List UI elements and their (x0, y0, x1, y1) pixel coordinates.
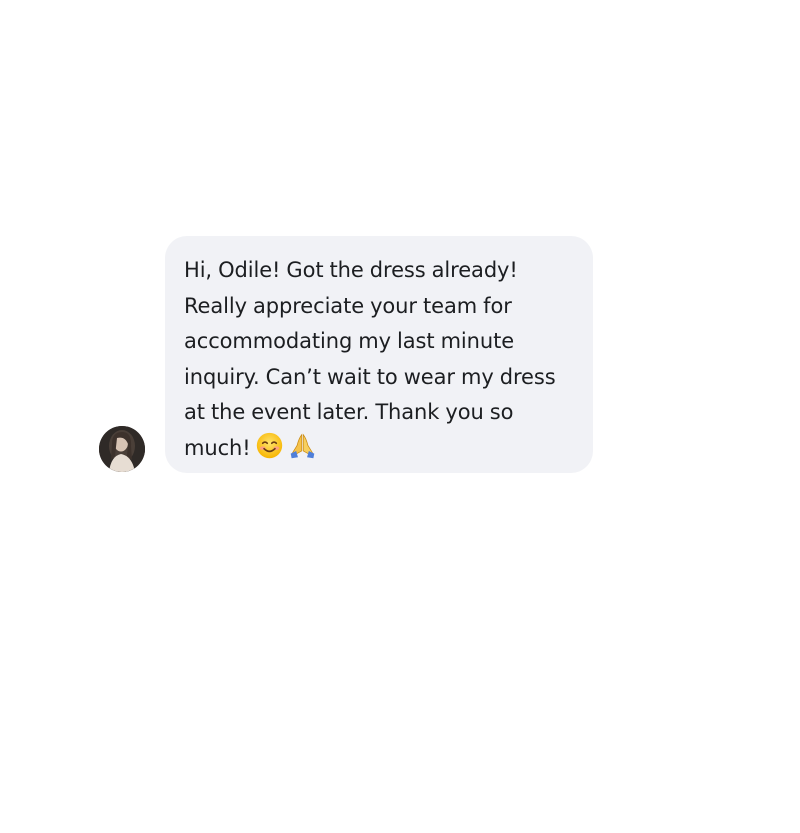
message-bubble[interactable]: Hi, Odile! Got the dress already! Really… (165, 236, 593, 473)
folded-hands-emoji-icon (288, 431, 317, 460)
smiling-face-emoji-icon (255, 431, 284, 460)
message-text: Hi, Odile! Got the dress already! Really… (184, 253, 575, 466)
message-line: accommodating my last minute (184, 329, 515, 353)
message-line: Really appreciate your team for (184, 293, 512, 318)
avatar-photo (99, 426, 145, 472)
message-line: much! (184, 435, 251, 460)
message-line: inquiry. Can’t wait to wear my dress (184, 364, 556, 389)
incoming-message-row: Hi, Odile! Got the dress already! Really… (99, 236, 599, 476)
message-last-line: much! (184, 431, 575, 467)
avatar[interactable] (99, 426, 145, 472)
chat-area: Hi, Odile! Got the dress already! Really… (0, 0, 800, 833)
message-line: Hi, Odile! Got the dress already! (184, 258, 518, 282)
message-line: at the event later. Thank you so (184, 400, 514, 424)
